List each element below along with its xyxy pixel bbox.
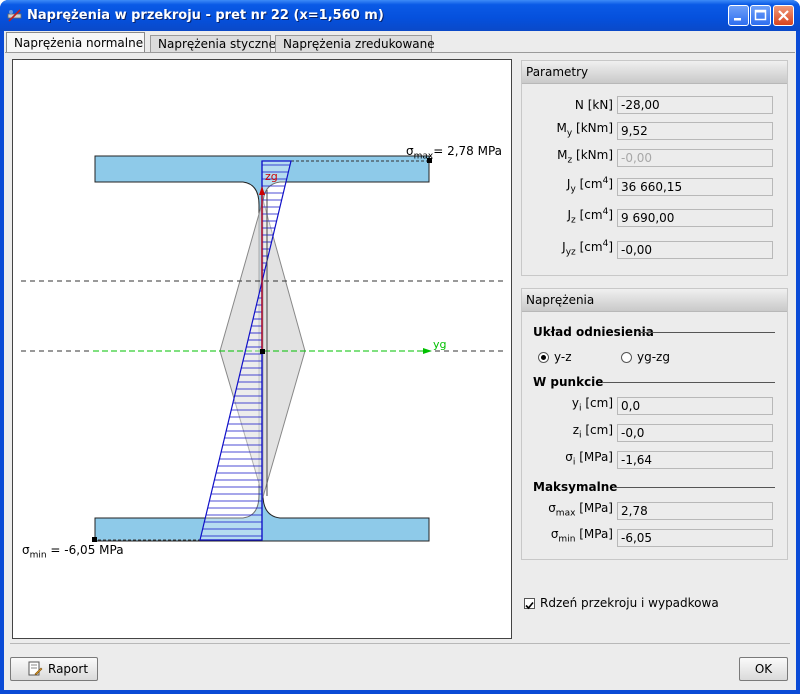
tab-panel: yg zg σmax= 2,78 MPa σmin = -6,05 MPa Pa… [5, 52, 795, 644]
parametry-title: Parametry [526, 65, 589, 79]
field-yi[interactable]: 0,0 [617, 397, 773, 415]
minimize-icon [734, 18, 741, 21]
label-my: My [kNm] [556, 121, 613, 139]
maximize-icon [754, 9, 767, 21]
radio-yz-label: y-z [554, 350, 572, 364]
field-zi[interactable]: -0,0 [617, 424, 773, 442]
parametry-header: Parametry [522, 61, 787, 84]
dialog-client: Naprężenia normalne Naprężenia styczne N… [4, 31, 796, 690]
label-sigma-min: σmin [MPa] [550, 527, 613, 545]
tab-bar: Naprężenia normalne Naprężenia styczne N… [4, 31, 796, 54]
label-jyz: Jyz [cm4] [562, 239, 613, 258]
section-stress-canvas[interactable]: yg zg σmax= 2,78 MPa σmin = -6,05 MPa [12, 59, 512, 639]
title-bar[interactable]: Naprężenia w przekroju - pret nr 22 (x=1… [0, 0, 800, 31]
app-icon [7, 9, 22, 22]
label-mz: Mz [kNm] [557, 148, 613, 166]
tab-naprezenia-zredukowane[interactable]: Naprężenia zredukowane [275, 35, 435, 52]
ok-button[interactable]: OK [739, 657, 788, 681]
tab-naprezenia-normalne[interactable]: Naprężenia normalne [6, 32, 145, 53]
min-point [92, 537, 97, 542]
raport-button[interactable]: Raport [10, 657, 98, 681]
naprezenia-panel: Naprężenia Układ odniesienia y-z yg-zg W… [521, 288, 788, 560]
report-icon [28, 661, 43, 676]
punkt-group-line [602, 382, 775, 383]
label-n: N [kN] [574, 98, 613, 112]
radio-yz[interactable] [538, 352, 549, 363]
maksymalne-group-title: Maksymalne [533, 480, 618, 494]
minimize-button[interactable] [728, 5, 749, 26]
core-checkbox[interactable] [524, 598, 535, 610]
raport-button-label: Raport [48, 662, 89, 676]
label-jz: Jz [cm4] [567, 207, 614, 226]
radio-ygzg-label: yg-zg [637, 350, 670, 364]
uklad-group-line [639, 332, 775, 333]
field-jyz[interactable]: -0,00 [617, 241, 773, 259]
axis-yg-arrow [423, 348, 432, 354]
maksymalne-group-line [613, 487, 775, 488]
maximize-button[interactable] [750, 5, 771, 26]
centroid-point [260, 349, 265, 354]
core-checkbox-label: Rdzeń przekroju i wypadkowa [540, 596, 719, 610]
label-jy: Jy [cm4] [566, 176, 613, 195]
radio-ygzg[interactable] [621, 352, 632, 363]
checkmark-icon [525, 601, 534, 610]
field-jz[interactable]: 9 690,00 [617, 209, 773, 227]
axis-yg-label: yg [433, 338, 447, 351]
label-yi: yi [cm] [571, 396, 613, 414]
bottom-separator [10, 643, 790, 644]
sigma-max-label: σmax= 2,78 MPa [406, 144, 503, 162]
close-icon [778, 10, 789, 21]
label-sigma-i: σi [MPa] [565, 450, 613, 468]
field-sigma-i[interactable]: -1,64 [617, 451, 773, 469]
field-mz[interactable]: -0,00 [617, 149, 773, 167]
field-my[interactable]: 9,52 [617, 122, 773, 140]
field-jy[interactable]: 36 660,15 [617, 178, 773, 196]
dialog-window: Naprężenia w przekroju - pret nr 22 (x=1… [0, 0, 800, 694]
axis-zg-label: zg [265, 170, 278, 183]
punkt-group-title: W punkcie [533, 375, 604, 389]
parametry-panel: Parametry N [kN] -28,00 My [kNm] 9,52 Mz… [521, 60, 788, 276]
label-sigma-max: σmax [MPa] [548, 501, 613, 519]
sigma-min-label: σmin = -6,05 MPa [22, 543, 124, 561]
tab-naprezenia-styczne[interactable]: Naprężenia styczne [150, 35, 276, 52]
naprezenia-title: Naprężenia [526, 293, 595, 307]
field-sigma-max[interactable]: 2,78 [617, 502, 773, 520]
field-n[interactable]: -28,00 [617, 96, 773, 114]
field-sigma-min[interactable]: -6,05 [617, 529, 773, 547]
close-button[interactable] [773, 5, 794, 26]
naprezenia-header: Naprężenia [522, 289, 787, 312]
window-title: Naprężenia w przekroju - pret nr 22 (x=1… [27, 8, 384, 23]
uklad-group-title: Układ odniesienia [533, 325, 654, 339]
label-zi: zi [cm] [572, 423, 613, 441]
